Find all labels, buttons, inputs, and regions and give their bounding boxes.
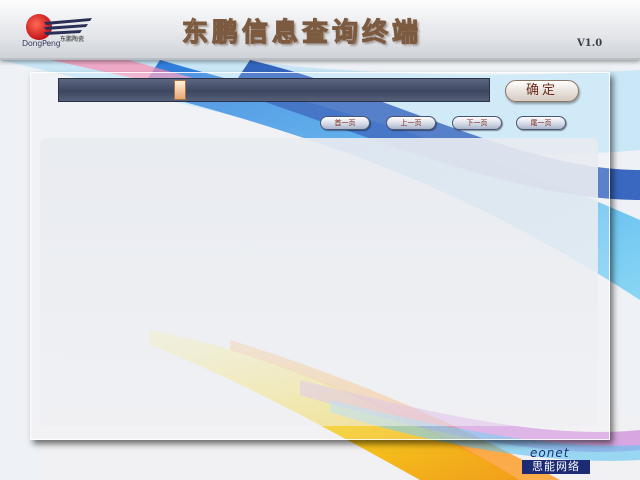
- prev-page-button[interactable]: 上一页: [386, 116, 436, 130]
- footer-brand: eonet 思能网络: [522, 446, 592, 476]
- last-page-button[interactable]: 尾一页: [516, 116, 566, 130]
- footer-brand-cn: 思能网络: [522, 460, 590, 474]
- footer-brand-en: eonet: [530, 446, 570, 460]
- next-page-button[interactable]: 下一页: [452, 116, 502, 130]
- confirm-button[interactable]: 确定: [505, 80, 579, 102]
- company-logo: DongPeng 东鹏陶瓷: [22, 10, 94, 52]
- results-area: [40, 138, 598, 426]
- logo-brand-en: DongPeng: [22, 39, 61, 48]
- cursor-icon: [174, 80, 186, 100]
- first-page-button[interactable]: 首一页: [320, 116, 370, 130]
- app-title: 东鹏信息查询终端: [181, 18, 423, 49]
- title-bar: DongPeng 东鹏陶瓷 东鹏信息查询终端 V1.0: [0, 0, 640, 60]
- logo-brand-cn: 东鹏陶瓷: [60, 36, 85, 43]
- version-label: V1.0: [577, 38, 603, 49]
- search-input[interactable]: [58, 78, 490, 102]
